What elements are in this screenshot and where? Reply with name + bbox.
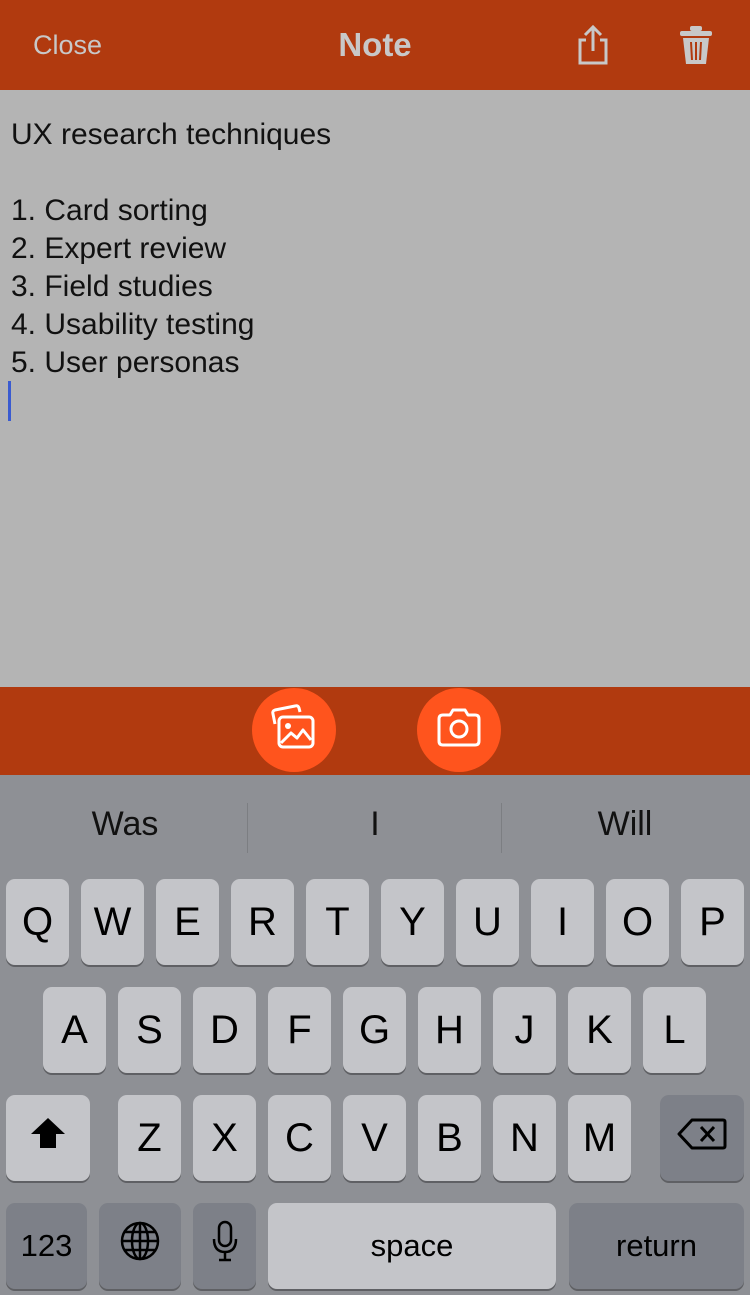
key-m[interactable]: M <box>568 1095 631 1181</box>
keyboard: Was I Will Q W E R T Y U I O P A S D F G… <box>0 775 750 1295</box>
key-c[interactable]: C <box>268 1095 331 1181</box>
key-k[interactable]: K <box>568 987 631 1073</box>
globe-icon <box>119 1220 161 1272</box>
microphone-icon <box>210 1220 240 1272</box>
key-w[interactable]: W <box>81 879 144 965</box>
space-key[interactable]: space <box>268 1203 556 1289</box>
divider <box>247 803 248 853</box>
delete-key[interactable] <box>660 1095 744 1181</box>
key-x[interactable]: X <box>193 1095 256 1181</box>
note-editor[interactable]: UX research techniques 1. Card sorting 2… <box>0 90 750 687</box>
note-line: UX research techniques <box>11 118 332 151</box>
shift-icon <box>28 1115 68 1161</box>
shift-key[interactable] <box>6 1095 90 1181</box>
key-f[interactable]: F <box>268 987 331 1073</box>
text-caret <box>8 381 11 421</box>
page-title: Note <box>338 26 412 63</box>
key-y[interactable]: Y <box>381 879 444 965</box>
suggestion-item[interactable]: I <box>250 805 500 844</box>
key-r[interactable]: R <box>231 879 294 965</box>
key-a[interactable]: A <box>43 987 106 1073</box>
suggestion-item[interactable]: Was <box>0 805 250 844</box>
key-u[interactable]: U <box>456 879 519 965</box>
photo-library-icon <box>269 703 319 758</box>
key-t[interactable]: T <box>306 879 369 965</box>
globe-key[interactable] <box>99 1203 181 1289</box>
key-d[interactable]: D <box>193 987 256 1073</box>
key-e[interactable]: E <box>156 879 219 965</box>
camera-icon <box>434 703 484 758</box>
suggestion-bar: Was I Will <box>0 775 750 879</box>
key-l[interactable]: L <box>643 987 706 1073</box>
note-line: 4. Usability testing <box>11 308 255 341</box>
key-b[interactable]: B <box>418 1095 481 1181</box>
share-icon[interactable] <box>572 24 614 66</box>
take-photo-button[interactable] <box>417 688 501 772</box>
key-o[interactable]: O <box>606 879 669 965</box>
backspace-icon <box>677 1116 727 1161</box>
dictation-key[interactable] <box>193 1203 256 1289</box>
note-line: 3. Field studies <box>11 270 213 303</box>
header-bar: Close Note <box>0 0 750 90</box>
note-line: 1. Card sorting <box>11 194 208 227</box>
key-q[interactable]: Q <box>6 879 69 965</box>
key-p[interactable]: P <box>681 879 744 965</box>
add-photo-button[interactable] <box>252 688 336 772</box>
key-z[interactable]: Z <box>118 1095 181 1181</box>
note-line: 5. User personas <box>11 346 240 379</box>
note-app: Close Note UX research techniques 1. Car… <box>0 0 750 1295</box>
key-h[interactable]: H <box>418 987 481 1073</box>
trash-icon[interactable] <box>676 24 716 66</box>
note-content[interactable]: UX research techniques 1. Card sorting 2… <box>11 116 331 382</box>
key-g[interactable]: G <box>343 987 406 1073</box>
key-n[interactable]: N <box>493 1095 556 1181</box>
numbers-key[interactable]: 123 <box>6 1203 87 1289</box>
key-i[interactable]: I <box>531 879 594 965</box>
note-line <box>11 154 331 192</box>
key-j[interactable]: J <box>493 987 556 1073</box>
key-v[interactable]: V <box>343 1095 406 1181</box>
key-s[interactable]: S <box>118 987 181 1073</box>
attachment-bar <box>0 687 750 775</box>
suggestion-item[interactable]: Will <box>500 805 750 844</box>
note-line: 2. Expert review <box>11 232 227 265</box>
return-key[interactable]: return <box>569 1203 744 1289</box>
